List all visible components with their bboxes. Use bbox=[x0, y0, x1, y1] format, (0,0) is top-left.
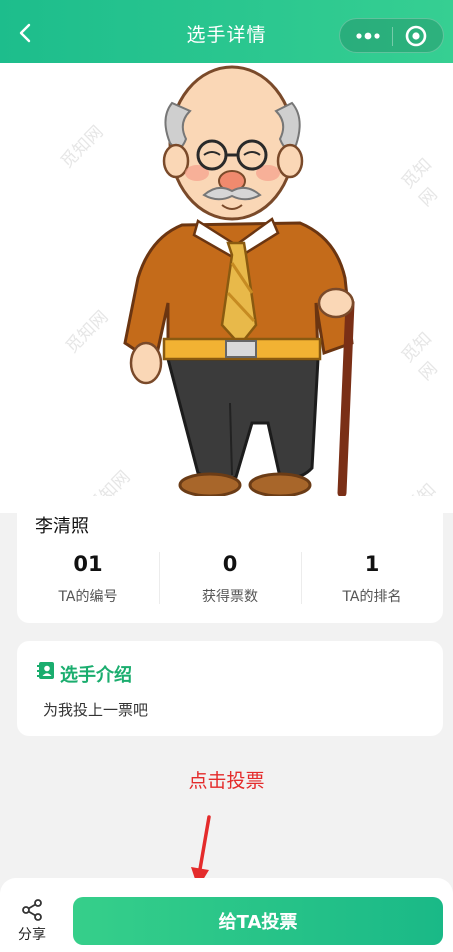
player-photo: 觅知网 觅知网 觅知网 觅知网 觅知网 觅知网 觅知网 bbox=[0, 63, 453, 536]
annotation-text: 点击投票 bbox=[188, 770, 265, 792]
intro-title: 选手介绍 bbox=[60, 665, 132, 686]
bottom-action-bar: 分享 给TA投票 bbox=[0, 878, 453, 952]
player-intro-card: 选手介绍 为我投上一票吧 bbox=[17, 641, 443, 736]
capsule-divider bbox=[392, 27, 393, 46]
stat-number: 01 TA的编号 bbox=[17, 552, 159, 606]
stat-value: 01 bbox=[73, 552, 103, 576]
mini-program-capsule bbox=[339, 18, 444, 53]
stat-value: 1 bbox=[364, 552, 380, 576]
stat-rank: 1 TA的排名 bbox=[301, 552, 443, 606]
navigation-bar: 选手详情 bbox=[0, 0, 453, 63]
player-name: 李清照 bbox=[35, 516, 89, 537]
stat-label: 获得票数 bbox=[202, 589, 258, 605]
contact-book-icon bbox=[37, 662, 54, 679]
target-close-icon[interactable] bbox=[402, 23, 430, 49]
stat-value: 0 bbox=[222, 552, 238, 576]
old-man-illustration bbox=[123, 65, 355, 498]
stat-label: TA的编号 bbox=[58, 589, 118, 605]
more-dots-icon[interactable] bbox=[351, 24, 385, 48]
stat-votes: 0 获得票数 bbox=[159, 552, 301, 606]
intro-text: 为我投上一票吧 bbox=[43, 701, 149, 719]
share-icon bbox=[22, 899, 42, 921]
share-label: 分享 bbox=[18, 927, 46, 943]
player-info-card: 李清照 01 TA的编号 0 获得票数 1 TA的排名 bbox=[17, 496, 443, 623]
stat-label: TA的排名 bbox=[342, 589, 402, 605]
share-button[interactable]: 分享 bbox=[12, 898, 52, 946]
vote-button[interactable]: 给TA投票 bbox=[73, 897, 443, 945]
